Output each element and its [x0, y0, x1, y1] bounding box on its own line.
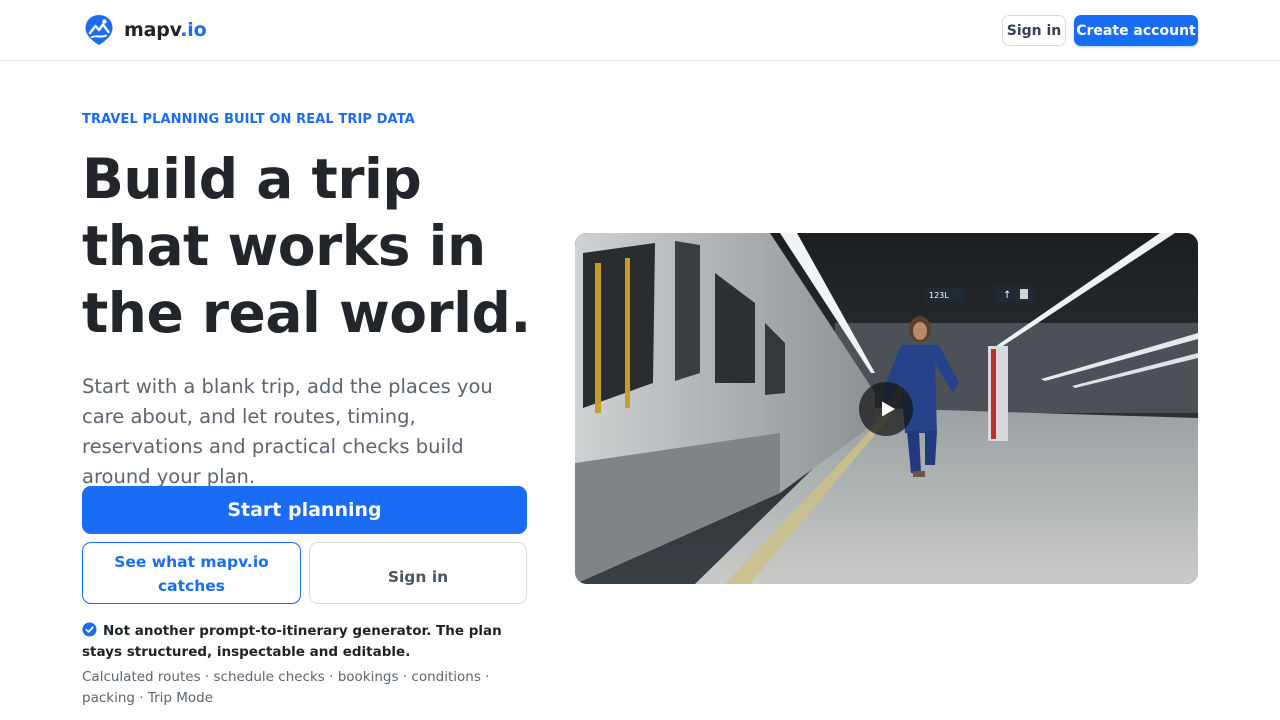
hero-note-text: Not another prompt-to-itinerary generato… [82, 623, 502, 660]
feature-list: Calculated routes · schedule checks · bo… [82, 669, 490, 706]
start-planning-button[interactable]: Start planning [82, 486, 527, 534]
create-account-button[interactable]: Create account [1074, 15, 1198, 46]
play-icon [881, 401, 895, 417]
header-sign-in-button[interactable]: Sign in [1002, 15, 1066, 46]
hero-lead: Start with a blank trip, add the places … [82, 375, 493, 488]
map-pin-mountain-icon [85, 15, 113, 45]
play-button[interactable] [859, 382, 913, 436]
check-circle-icon [82, 622, 97, 637]
site-header: mapv.io Sign in Create account [0, 0, 1280, 61]
hero-eyebrow: TRAVEL PLANNING BUILT ON REAL TRIP DATA [82, 112, 415, 127]
hero-note: Not another prompt-to-itinerary generato… [82, 621, 527, 663]
logo-link[interactable]: mapv.io [84, 14, 207, 46]
svg-text:↑: ↑ [1003, 290, 1011, 301]
hero-headline: Build a trip that works in the real worl… [82, 147, 531, 345]
hero-video[interactable]: 123L ↑ [575, 233, 1198, 584]
logo-wordmark: mapv.io [124, 19, 207, 41]
see-what-catches-button[interactable]: See what mapv.io catches [82, 542, 301, 604]
platform-sign-text: 123L [929, 291, 949, 300]
hero-sign-in-button[interactable]: Sign in [309, 542, 527, 604]
